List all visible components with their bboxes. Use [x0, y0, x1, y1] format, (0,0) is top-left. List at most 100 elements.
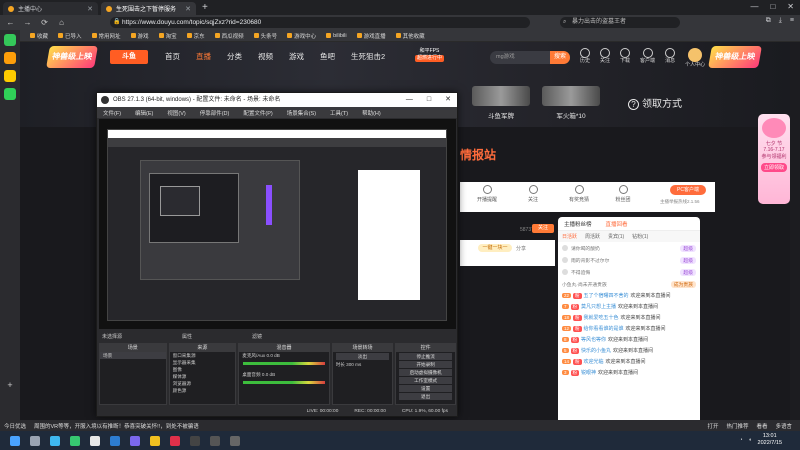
- bookmark-item[interactable]: 京东: [186, 32, 205, 40]
- user-name[interactable]: 等风也等你: [581, 336, 606, 343]
- tab-vip[interactable]: 贵宾(1): [608, 233, 624, 240]
- nav-game-topic[interactable]: 生死狙击2: [351, 51, 385, 62]
- tool-follow[interactable]: 关注: [518, 185, 548, 203]
- follow-button[interactable]: 关注: [600, 48, 610, 69]
- settings-button[interactable]: 设置: [399, 385, 452, 392]
- folder-icon[interactable]: [150, 435, 160, 446]
- festival-claim-button[interactable]: 立即领取: [761, 163, 787, 172]
- add-icon[interactable]: +: [4, 380, 16, 392]
- app-icon[interactable]: [170, 435, 180, 446]
- sidebar-app-icon[interactable]: [4, 52, 16, 64]
- sidebar-app-icon[interactable]: [4, 34, 16, 46]
- claim-method-link[interactable]: ? 领取方式: [628, 95, 682, 110]
- menu-file[interactable]: 文件(F): [103, 109, 121, 117]
- studio-mode-button[interactable]: 工作室模式: [399, 377, 452, 384]
- scene-item[interactable]: 场景: [100, 352, 166, 359]
- event-logo-right[interactable]: 神兽级上映: [708, 46, 762, 68]
- menu-tools[interactable]: 工具(T): [330, 109, 348, 117]
- obs-icon[interactable]: [90, 435, 100, 446]
- user-name[interactable]: 莫凡只想上主播: [581, 303, 616, 310]
- tool-fans[interactable]: 粉丝团: [608, 185, 638, 203]
- obs-title-bar[interactable]: OBS 27.1.3 (64-bit, windows) - 配置文件: 未命名…: [97, 93, 457, 107]
- browser-tab-2[interactable]: 生死围击之下暂停服务 ✕: [101, 2, 196, 15]
- bookmark-item[interactable]: 游戏中心: [287, 32, 316, 40]
- obs-preview[interactable]: [99, 119, 456, 329]
- tab-weekly[interactable]: 周活跃: [585, 233, 600, 240]
- team-button[interactable]: 一键一块一: [478, 244, 512, 252]
- bookmark-item[interactable]: 西瓜视频: [214, 32, 244, 40]
- message-button[interactable]: 消息: [665, 48, 675, 69]
- bookmark-item[interactable]: 头条号: [253, 32, 277, 40]
- browser-search-input[interactable]: ⌕ 暴力出击的盗墓王者: [560, 17, 680, 28]
- obs-close-button[interactable]: ✕: [445, 93, 451, 107]
- history-button[interactable]: 历史: [580, 48, 590, 69]
- pc-client-button[interactable]: PC客户端: [670, 185, 706, 195]
- app-icon[interactable]: [210, 435, 220, 446]
- share-button[interactable]: 分享: [516, 245, 526, 252]
- bookmark-item[interactable]: 游戏直播: [356, 32, 386, 40]
- browser-tab-1[interactable]: 主播中心 ✕: [3, 2, 98, 15]
- nav-home[interactable]: 首页: [165, 51, 180, 62]
- menu-edit[interactable]: 编辑(E): [135, 109, 153, 117]
- transition-select[interactable]: 淡出: [335, 353, 390, 360]
- reload-button[interactable]: ⟳: [40, 18, 49, 27]
- tab-daily[interactable]: 日活跃: [562, 233, 577, 240]
- menu-scene-collection[interactable]: 场景集合(S): [287, 109, 316, 117]
- source-item[interactable]: 颜色源: [170, 387, 236, 394]
- download-button[interactable]: 下载: [620, 48, 630, 69]
- fan-rank-tab[interactable]: 主播粉丝榜: [564, 220, 592, 228]
- clock[interactable]: 13:01 2022/7/15: [758, 433, 782, 447]
- close-tab-icon[interactable]: ✕: [87, 5, 93, 13]
- nav-video[interactable]: 视频: [258, 51, 273, 62]
- properties-button[interactable]: 属性: [182, 333, 192, 340]
- source-item[interactable]: 图像: [170, 366, 236, 373]
- download-icon[interactable]: ⤓: [779, 17, 782, 25]
- url-input[interactable]: 🔒 https://www.douyu.com/topic/sqjZxz?rid…: [110, 17, 530, 28]
- close-window-button[interactable]: ✕: [787, 2, 794, 11]
- app-icon[interactable]: [130, 435, 140, 446]
- status-item[interactable]: 看看: [756, 422, 767, 430]
- search-icon[interactable]: [30, 435, 40, 446]
- duration-input[interactable]: 300 ms: [346, 362, 361, 367]
- app-icon[interactable]: [230, 435, 240, 446]
- user-name[interactable]: 欢迎光临: [584, 358, 604, 365]
- edge-icon[interactable]: [50, 435, 60, 446]
- start-icon[interactable]: [10, 435, 20, 446]
- nav-category[interactable]: 分类: [227, 51, 242, 62]
- replay-tab[interactable]: 直播回看: [606, 220, 628, 228]
- follow-button[interactable]: 关注: [532, 224, 554, 233]
- app-icon[interactable]: [190, 435, 200, 446]
- sidebar-app-icon[interactable]: [4, 70, 16, 82]
- status-item[interactable]: 多语言: [775, 422, 792, 430]
- nav-fish-bar[interactable]: 鱼吧: [320, 51, 335, 62]
- stop-streaming-button[interactable]: 停止推流: [399, 353, 452, 360]
- network-icon[interactable]: ◔: [739, 437, 742, 443]
- festival-banner[interactable]: 七夕 节 7.16-7.17 参与领福利 立即领取: [758, 114, 790, 204]
- new-tab-button[interactable]: +: [202, 2, 208, 13]
- bookmark-item[interactable]: 常用网址: [91, 32, 121, 40]
- bookmark-item[interactable]: 游戏: [130, 32, 149, 40]
- home-button[interactable]: ⌂: [57, 18, 66, 27]
- menu-profile[interactable]: 配置文件(P): [243, 109, 272, 117]
- tab-diamond[interactable]: 钻粉(1): [632, 233, 648, 240]
- status-left[interactable]: 今日优选: [4, 422, 26, 430]
- obs-maximize-button[interactable]: □: [427, 93, 431, 107]
- bookmark-item[interactable]: 其他收藏: [395, 32, 425, 40]
- volume-icon[interactable]: ◖: [749, 437, 752, 443]
- nav-games[interactable]: 游戏: [289, 51, 304, 62]
- user-name[interactable]: 我就爱吃五十色: [584, 314, 619, 321]
- start-recording-button[interactable]: 开始录制: [399, 361, 452, 368]
- minimize-button[interactable]: —: [750, 2, 758, 11]
- source-item[interactable]: 浏览器源: [170, 380, 236, 387]
- source-item[interactable]: 显示器采集: [170, 359, 236, 366]
- bookmark-item[interactable]: 已导入: [58, 32, 82, 40]
- virtual-camera-button[interactable]: 启动虚拟摄像机: [399, 369, 452, 376]
- nav-live[interactable]: 直播: [196, 51, 211, 62]
- sidebar-app-icon[interactable]: [4, 88, 16, 100]
- site-search-input[interactable]: mg游戏 搜索: [490, 51, 570, 64]
- maximize-button[interactable]: □: [770, 2, 775, 11]
- menu-help[interactable]: 帮助(H): [362, 109, 381, 117]
- menu-view[interactable]: 视图(V): [167, 109, 185, 117]
- close-tab-icon[interactable]: ✕: [185, 5, 191, 13]
- extensions-icon[interactable]: ⧉: [766, 17, 771, 25]
